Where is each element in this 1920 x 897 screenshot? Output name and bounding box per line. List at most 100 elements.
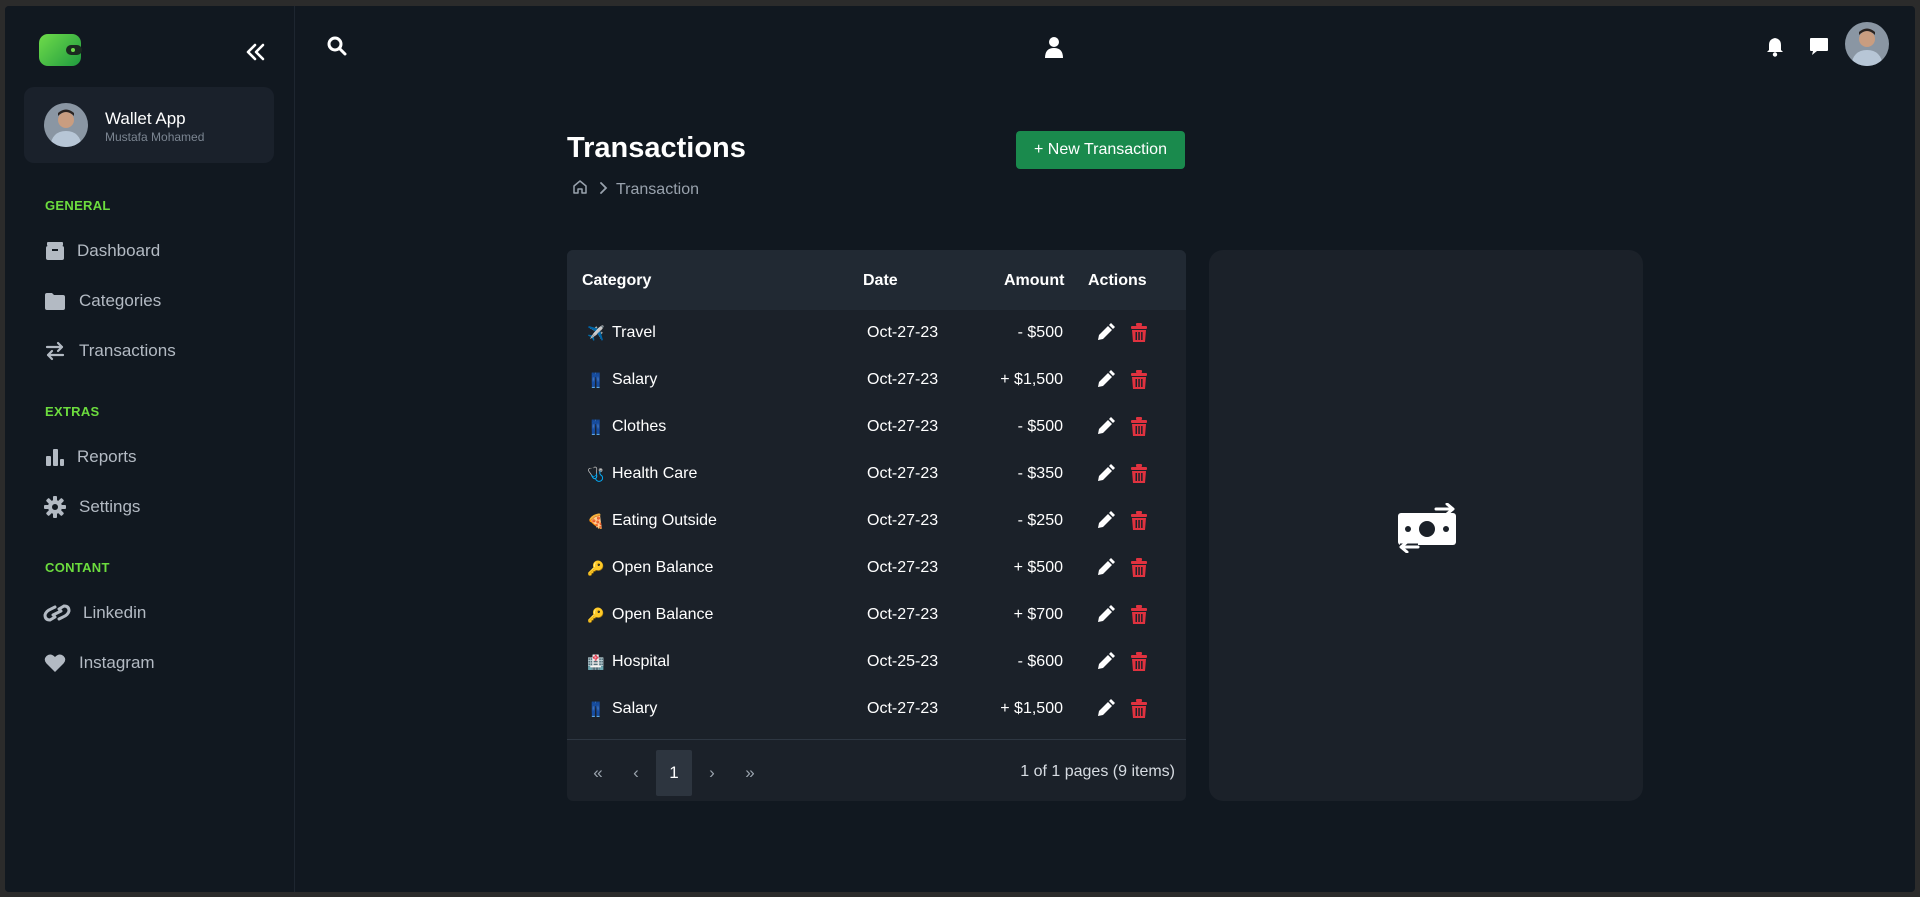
sidebar-item-settings[interactable]: Settings [43,495,140,519]
delete-icon[interactable] [1130,605,1148,630]
delete-icon[interactable] [1130,370,1148,395]
table-footer: « ‹ 1 › » 1 of 1 pages (9 items) [567,739,1186,801]
date-cell: Oct-25-23 [867,653,939,670]
sidebar-item-label: Transactions [79,341,176,360]
category-icon: 🏥 [587,653,605,670]
sidebar-item-categories[interactable]: Categories [43,289,161,313]
table-row: 🔑 Open Balance Oct-27-23 + $700 [567,592,1186,639]
edit-icon[interactable] [1095,605,1115,630]
category-cell: 🔑 Open Balance [587,606,713,624]
profile-subtitle: Mustafa Mohamed [105,130,205,144]
avatar [44,103,88,147]
delete-icon[interactable] [1130,699,1148,724]
sidebar-item-label: Reports [77,447,137,466]
profile-card[interactable]: Wallet App Mustafa Mohamed [24,87,274,163]
category-cell: 👖 Clothes [587,418,666,436]
collapse-sidebar-icon[interactable] [243,40,267,64]
amount-cell: + $1,500 [1000,371,1063,388]
amount-cell: - $250 [1017,512,1063,529]
category-label: Open Balance [612,606,714,623]
category-icon: ✈️ [587,324,605,341]
edit-icon[interactable] [1095,417,1115,442]
category-icon: 👖 [587,371,605,388]
section-general: GENERAL [45,198,111,213]
amount-cell: - $600 [1017,653,1063,670]
edit-icon[interactable] [1095,699,1115,724]
prev-page-button[interactable]: ‹ [618,750,654,796]
edit-icon[interactable] [1095,323,1115,348]
category-label: Eating Outside [612,512,717,529]
amount-cell: - $500 [1017,324,1063,341]
money-transfer-icon [1396,502,1458,558]
category-icon: 🔑 [587,606,605,623]
column-header-date[interactable]: Date [863,272,898,290]
delete-icon[interactable] [1130,464,1148,489]
edit-icon[interactable] [1095,370,1115,395]
breadcrumb-current: Transaction [616,180,699,198]
edit-icon[interactable] [1095,652,1115,677]
bar-chart-icon [43,445,67,469]
sidebar-item-dashboard[interactable]: Dashboard [43,239,160,263]
delete-icon[interactable] [1130,558,1148,583]
sidebar-item-label: Categories [79,291,162,310]
category-cell: 👖 Salary [587,371,657,389]
delete-icon[interactable] [1130,323,1148,348]
sidebar-item-transactions[interactable]: Transactions [43,339,176,363]
last-page-button[interactable]: » [732,750,768,796]
amount-cell: - $350 [1017,465,1063,482]
table-header: Category Date Amount Actions [567,250,1186,310]
sidebar-item-linkedin[interactable]: Linkedin [43,601,146,625]
category-cell: 👖 Salary [587,700,657,718]
column-header-actions: Actions [1088,272,1147,289]
sidebar-item-instagram[interactable]: Instagram [43,651,155,675]
search-icon[interactable] [327,36,347,61]
category-icon: 🔑 [587,559,605,576]
link-icon [43,601,71,625]
sidebar-item-reports[interactable]: Reports [43,445,137,469]
sidebar-item-label: Linkedin [83,603,147,622]
page-1-button[interactable]: 1 [656,750,692,796]
category-icon: 🍕 [587,512,605,529]
home-icon[interactable] [572,179,588,200]
edit-icon[interactable] [1095,464,1115,489]
date-cell: Oct-27-23 [867,559,939,576]
delete-icon[interactable] [1130,511,1148,536]
section-extras: EXTRAS [45,404,100,419]
table-row: ✈️ Travel Oct-27-23 - $500 [567,310,1186,357]
breadcrumb: Transaction [572,179,699,200]
amount-cell: + $1,500 [1000,700,1063,717]
user-icon[interactable] [1045,36,1063,63]
date-cell: Oct-27-23 [867,606,939,623]
date-cell: Oct-27-23 [867,371,939,388]
category-cell: 🩺 Health Care [587,465,697,483]
date-cell: Oct-27-23 [867,465,939,482]
column-header-amount[interactable]: Amount [1004,272,1064,290]
section-contant: CONTANT [45,560,110,575]
pagination-info: 1 of 1 pages (9 items) [1020,763,1175,780]
edit-icon[interactable] [1095,511,1115,536]
bell-icon[interactable] [1766,37,1784,62]
category-label: Clothes [612,418,667,435]
first-page-button[interactable]: « [580,750,616,796]
next-page-button[interactable]: › [694,750,730,796]
category-icon: 👖 [587,418,605,435]
delete-icon[interactable] [1130,652,1148,677]
category-label: Health Care [612,465,698,482]
amount-cell: + $700 [1013,606,1063,623]
new-transaction-button[interactable]: + New Transaction [1016,131,1185,169]
category-cell: ✈️ Travel [587,324,656,342]
column-header-category[interactable]: Category [582,272,651,290]
table-row: 👖 Clothes Oct-27-23 - $500 [567,404,1186,451]
transactions-table: Category Date Amount Actions ✈️ Travel Oct… [567,250,1186,801]
delete-icon[interactable] [1130,417,1148,442]
sidebar-item-label: Instagram [79,653,155,672]
date-cell: Oct-27-23 [867,700,939,717]
edit-icon[interactable] [1095,558,1115,583]
app-window: Wallet App Mustafa Mohamed GENERAL Dashb… [5,6,1915,892]
gear-icon [43,495,67,519]
arrows-icon [43,339,67,363]
category-label: Travel [612,324,656,341]
chat-icon[interactable] [1809,37,1829,62]
avatar[interactable] [1845,22,1889,66]
amount-cell: - $500 [1017,418,1063,435]
